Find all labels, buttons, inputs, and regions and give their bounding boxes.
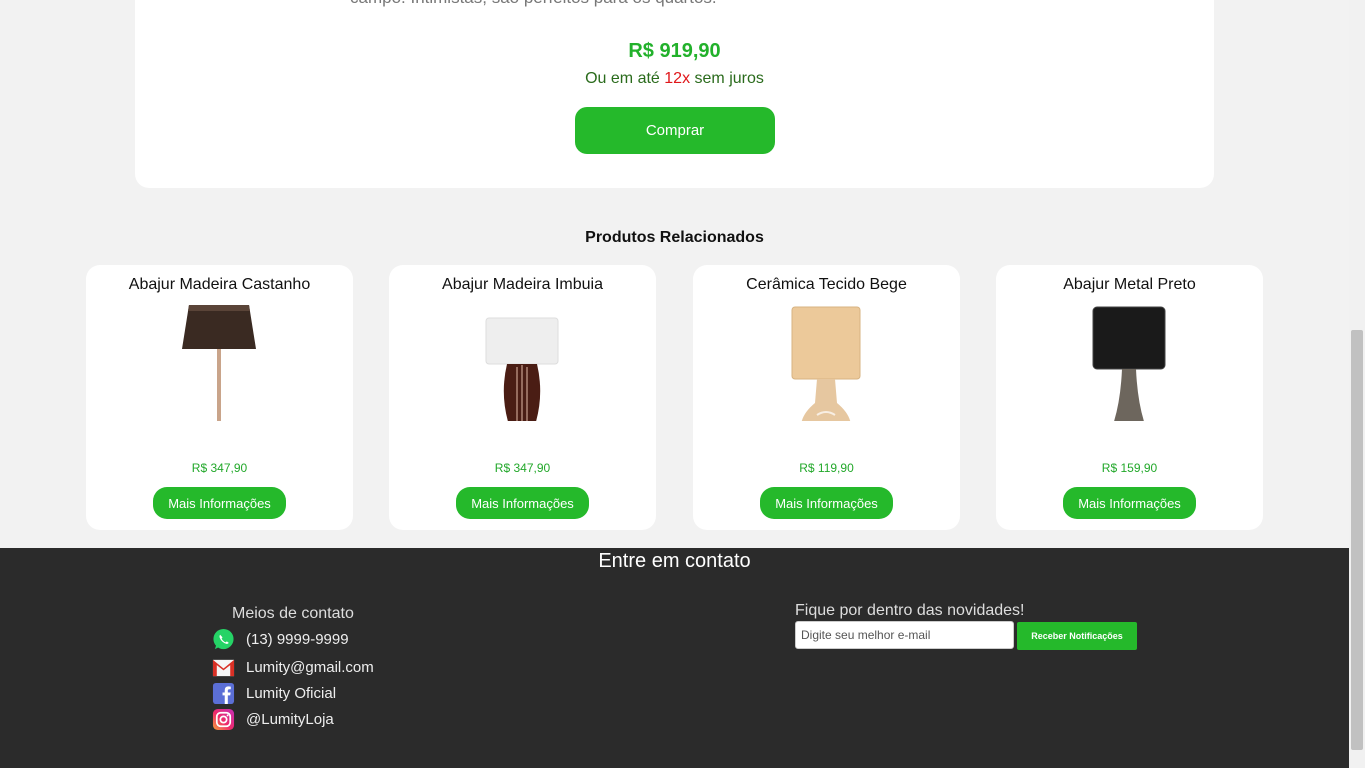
lamp-brown-image: [182, 305, 256, 421]
whatsapp-icon: [213, 628, 234, 650]
facebook-icon: [212, 682, 235, 705]
related-card: Abajur Madeira Imbuia R$ 347,90 Mais Inf…: [389, 265, 656, 530]
related-card-price: R$ 347,90: [191, 461, 248, 475]
email-input[interactable]: [795, 621, 1014, 649]
lamp-black-image: [1092, 306, 1166, 421]
contact-gmail[interactable]: Lumity@gmail.com: [212, 656, 374, 679]
lamp-imbuia-image: [485, 317, 559, 421]
buy-button[interactable]: Comprar: [575, 107, 775, 154]
contact-whatsapp[interactable]: (13) 9999-9999: [212, 628, 349, 651]
gmail-icon: [212, 659, 235, 677]
contact-text: @LumityLoja: [246, 711, 334, 728]
contacts-title: Meios de contato: [232, 605, 354, 622]
product-card: [135, 0, 1214, 188]
installments-prefix: Ou em até: [585, 70, 660, 87]
contact-text: (13) 9999-9999: [246, 631, 349, 648]
related-card-name: Abajur Metal Preto: [1063, 276, 1196, 293]
lamp-ceramic-image: [791, 306, 861, 421]
contact-text: Lumity Oficial: [246, 685, 337, 702]
related-card-price: R$ 347,90: [494, 461, 551, 475]
page-scrollbar[interactable]: [1349, 0, 1365, 768]
scrollbar-thumb[interactable]: [1351, 330, 1363, 750]
related-card-price: R$ 159,90: [1101, 461, 1158, 475]
contact-instagram[interactable]: @LumityLoja: [212, 708, 334, 731]
related-products-title: Produtos Relacionados: [585, 229, 764, 246]
installments-count: 12x: [664, 70, 691, 87]
footer: Entre em contato Meios de contato (13) 9…: [0, 548, 1349, 768]
newsletter-title: Fique por dentro das novidades!: [795, 602, 1025, 619]
more-info-button[interactable]: Mais Informações: [456, 487, 589, 519]
more-info-button[interactable]: Mais Informações: [153, 487, 286, 519]
related-card-name: Abajur Madeira Imbuia: [442, 276, 603, 293]
contact-text: Lumity@gmail.com: [246, 659, 374, 676]
notify-button[interactable]: Receber Notificações: [1017, 622, 1137, 650]
contact-facebook[interactable]: Lumity Oficial: [212, 682, 336, 705]
related-card: Abajur Madeira Castanho R$ 347,90 Mais I…: [86, 265, 353, 530]
installments-suffix: sem juros: [694, 70, 764, 87]
installments-text: Ou em até 12x sem juros: [0, 70, 1349, 88]
product-price: R$ 919,90: [628, 40, 721, 62]
more-info-button[interactable]: Mais Informações: [760, 487, 893, 519]
footer-title: Entre em contato: [598, 550, 751, 572]
related-card-name: Abajur Madeira Castanho: [128, 276, 311, 293]
related-card-name: Cerâmica Tecido Bege: [746, 276, 907, 293]
instagram-icon: [212, 708, 235, 731]
related-card-price: R$ 119,90: [799, 461, 854, 475]
product-description: campo. Intimistas, são perfeitos para os…: [350, 0, 717, 8]
related-card: Abajur Metal Preto R$ 159,90 Mais Inform…: [996, 265, 1263, 530]
more-info-button[interactable]: Mais Informações: [1063, 487, 1196, 519]
related-card: Cerâmica Tecido Bege R$ 119,90 Mais Info…: [693, 265, 960, 530]
